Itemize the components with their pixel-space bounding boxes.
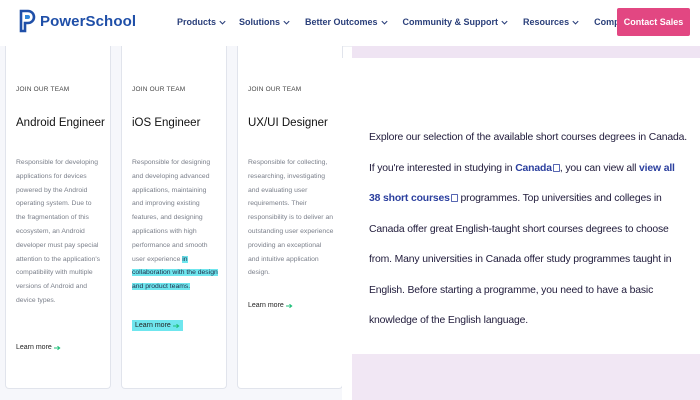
chevron-down-icon xyxy=(380,20,388,25)
learn-more-label: Learn more xyxy=(135,322,171,329)
logo[interactable]: PowerSchool xyxy=(18,9,136,33)
card-description-text: Responsible for designing and developing… xyxy=(132,159,211,263)
card-eyebrow: JOIN OUR TEAM xyxy=(248,86,302,93)
card-title: Android Engineer xyxy=(16,117,105,129)
learn-more-link[interactable]: Learn more xyxy=(16,344,61,351)
panel-bottom-band xyxy=(352,354,700,400)
nav-label: Community & Support xyxy=(402,17,499,27)
chevron-down-icon xyxy=(501,20,508,25)
nav-better-outcomes[interactable]: Better Outcomes xyxy=(305,17,389,27)
chevron-down-icon xyxy=(572,20,579,25)
powerschool-logo-icon xyxy=(19,9,36,33)
nav-label: Products xyxy=(177,17,217,27)
site-header: PowerSchool Products Solutions Better Ou… xyxy=(0,0,700,47)
card-eyebrow: JOIN OUR TEAM xyxy=(132,86,186,93)
brand-name: PowerSchool xyxy=(40,12,137,30)
arrow-right-icon xyxy=(53,345,61,350)
learn-more-label: Learn more xyxy=(248,302,284,309)
card-description: Responsible for designing and developing… xyxy=(132,156,218,294)
job-card-ios: JOIN OUR TEAM iOS Engineer Responsible f… xyxy=(121,46,227,389)
nav-resources[interactable]: Resources xyxy=(523,17,580,27)
link-label: Canada xyxy=(515,162,552,174)
nav-solutions[interactable]: Solutions xyxy=(239,17,291,27)
external-link-icon xyxy=(552,163,560,172)
card-description: Responsible for collecting, researching,… xyxy=(248,159,334,277)
main-nav: Products Solutions Better Outcomes Commu… xyxy=(177,17,660,27)
job-cards-section: JOIN OUR TEAM Android Engineer Responsib… xyxy=(0,46,343,400)
nav-products[interactable]: Products xyxy=(177,17,227,27)
arrow-right-icon xyxy=(285,303,293,308)
card-eyebrow: JOIN OUR TEAM xyxy=(16,86,70,93)
external-link-icon xyxy=(450,194,458,202)
card-title: UX/UI Designer xyxy=(248,117,328,129)
card-description: Responsible for developing applications … xyxy=(16,159,101,304)
learn-more-link[interactable]: Learn more xyxy=(132,320,183,331)
paragraph-text: , you can view all xyxy=(559,162,637,174)
paragraph-text: programmes. Top universities and college… xyxy=(369,193,672,326)
learn-more-link[interactable]: Learn more xyxy=(248,302,293,309)
canada-link[interactable]: Canada xyxy=(515,163,560,174)
nav-label: Better Outcomes xyxy=(305,17,378,27)
arrow-right-icon xyxy=(172,323,180,328)
card-title: iOS Engineer xyxy=(132,117,201,129)
courses-paragraph: Explore our selection of the available s… xyxy=(369,123,687,337)
panel-top-band xyxy=(352,46,700,58)
chevron-down-icon xyxy=(219,20,226,25)
job-card-uxui: JOIN OUR TEAM UX/UI Designer Responsible… xyxy=(237,46,343,389)
contact-sales-button[interactable]: Contact Sales xyxy=(617,8,690,36)
job-card-android: JOIN OUR TEAM Android Engineer Responsib… xyxy=(5,46,111,389)
learn-more-label: Learn more xyxy=(16,344,52,351)
nav-label: Solutions xyxy=(239,17,281,27)
chevron-down-icon xyxy=(283,20,290,25)
nav-community-support[interactable]: Community & Support xyxy=(403,17,510,27)
nav-label: Resources xyxy=(523,17,570,27)
panel-gutter xyxy=(342,58,352,400)
